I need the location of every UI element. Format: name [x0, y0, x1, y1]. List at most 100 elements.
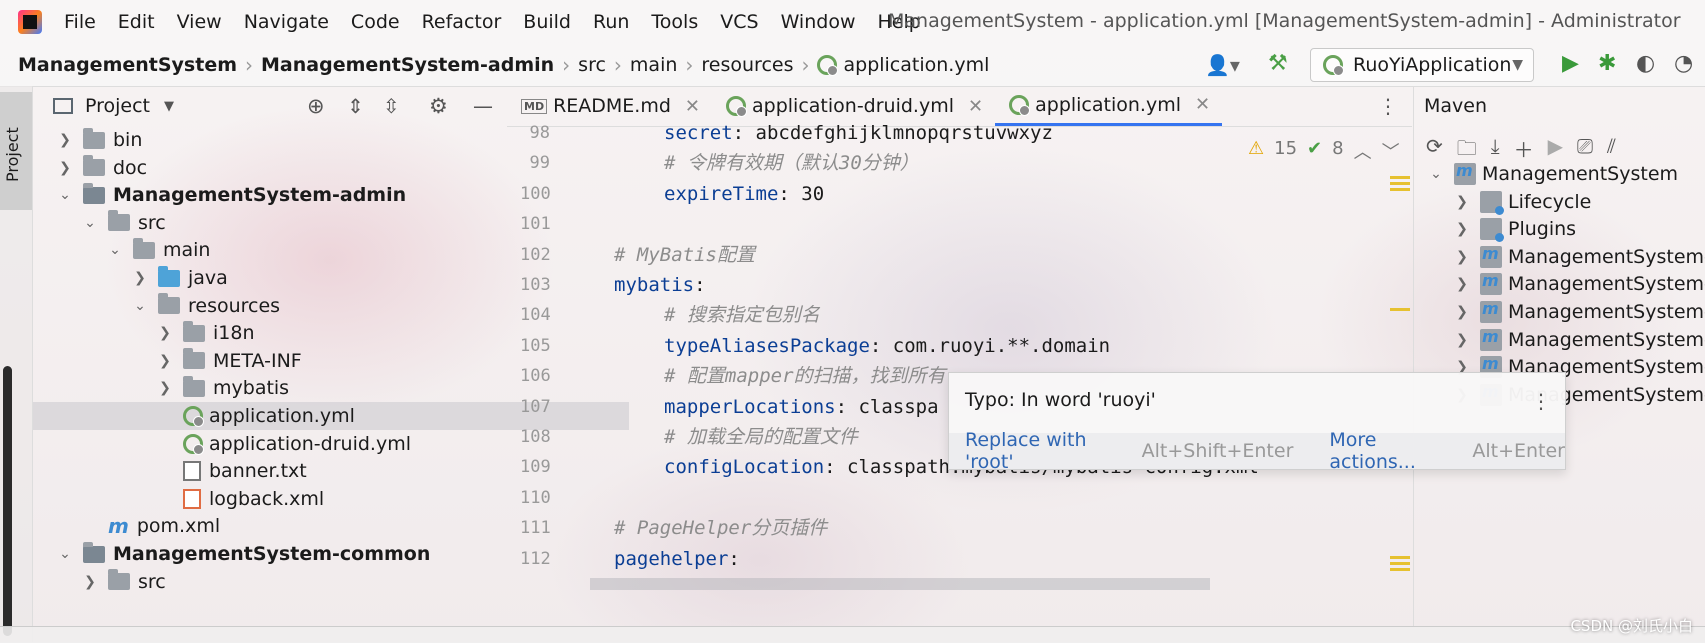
- yaml-file-icon: [1009, 94, 1031, 116]
- error-stripe-mark[interactable]: [1390, 176, 1410, 179]
- menu-refactor[interactable]: Refactor: [422, 11, 502, 33]
- run-configuration-select[interactable]: RuoYiApplication ▼: [1310, 48, 1534, 82]
- code-line[interactable]: expireTime: 30: [664, 179, 824, 209]
- code-line[interactable]: mybatis:: [614, 270, 706, 300]
- error-stripe-mark[interactable]: [1390, 308, 1410, 311]
- minimize-icon[interactable]: —: [473, 94, 493, 118]
- more-options-icon[interactable]: ⋮: [1531, 389, 1551, 413]
- maven-tree-item[interactable]: ❯ Plugins: [1454, 215, 1576, 243]
- menu-vcs[interactable]: VCS: [720, 11, 758, 33]
- chevron-down-icon[interactable]: ⌄: [107, 242, 123, 258]
- maven-tree-item[interactable]: ❯ ManagementSystem-fr: [1454, 298, 1705, 326]
- tree-item[interactable]: ⌄ resources: [33, 292, 604, 320]
- menu-file[interactable]: File: [64, 11, 96, 33]
- locate-icon[interactable]: ⊕: [307, 94, 325, 118]
- breadcrumb-item[interactable]: ManagementSystem: [18, 54, 237, 76]
- run-icon[interactable]: ▶: [1562, 51, 1582, 76]
- chevron-right-icon[interactable]: ❯: [1454, 276, 1470, 292]
- tree-item[interactable]: ⌄ src: [33, 209, 554, 237]
- menu-view[interactable]: View: [177, 11, 222, 33]
- horizontal-scrollbar[interactable]: [590, 578, 1210, 590]
- profiler-icon[interactable]: ◔: [1674, 51, 1694, 76]
- menu-window[interactable]: Window: [781, 11, 856, 33]
- menu-edit[interactable]: Edit: [118, 11, 155, 33]
- chevron-right-icon[interactable]: ❯: [1454, 304, 1470, 320]
- chevron-right-icon[interactable]: ❯: [82, 574, 98, 590]
- code-line[interactable]: typeAliasesPackage: com.ruoyi.**.domain: [664, 331, 1110, 361]
- code-line[interactable]: pagehelper:: [614, 544, 740, 574]
- project-tool-tab[interactable]: Project: [0, 92, 32, 210]
- tree-item[interactable]: ❯ doc: [33, 154, 529, 182]
- inspection-widget[interactable]: ⚠ 15 ✔ 8 ︿ ﹀: [1248, 138, 1400, 164]
- maven-tree-item[interactable]: ⌄ ManagementSystem: [1428, 160, 1678, 188]
- chevron-right-icon[interactable]: ❯: [1454, 332, 1470, 348]
- debug-icon[interactable]: ✱: [1598, 51, 1618, 76]
- chevron-right-icon[interactable]: ❯: [1454, 194, 1470, 210]
- breadcrumb-item[interactable]: application.yml: [843, 54, 989, 76]
- tree-item[interactable]: ⌄ ManagementSystem-admin: [33, 181, 529, 209]
- code-line[interactable]: secret: abcdefghijklmnopqrstuvwxyz: [664, 118, 1053, 148]
- tree-item[interactable]: ❯ java: [33, 264, 604, 292]
- chevron-right-icon[interactable]: ❯: [157, 353, 173, 369]
- tree-item[interactable]: ⌄ ManagementSystem-common: [33, 540, 529, 568]
- chevron-right-icon[interactable]: ❯: [157, 380, 173, 396]
- chevron-down-icon[interactable]: ⌄: [132, 298, 148, 314]
- chevron-down-icon[interactable]: ⌄: [1428, 166, 1444, 182]
- chevron-down-icon[interactable]: ⌄: [82, 215, 98, 231]
- code-line[interactable]: # 搜索指定包别名: [664, 300, 820, 330]
- project-panel-title[interactable]: Project: [85, 95, 150, 117]
- more-actions-link[interactable]: More actions...: [1329, 429, 1458, 473]
- coverage-icon[interactable]: ◐: [1636, 51, 1656, 76]
- code-line[interactable]: # PageHelper分页插件: [614, 513, 827, 543]
- code-line[interactable]: mapperLocations: classpa: [664, 392, 939, 422]
- maven-tree-item[interactable]: ❯ ManagementSystem-ac: [1454, 243, 1705, 271]
- code-line[interactable]: # 加载全局的配置文件: [664, 422, 858, 452]
- add-user-icon[interactable]: 👤▾: [1205, 53, 1245, 77]
- maven-tree-item[interactable]: ❯ ManagementSystem-co: [1454, 270, 1705, 298]
- close-icon[interactable]: ✕: [685, 96, 700, 117]
- chevron-right-icon[interactable]: ❯: [57, 160, 73, 176]
- build-hammer-icon[interactable]: ⚒: [1268, 51, 1288, 76]
- tree-item[interactable]: ❯ src: [33, 568, 554, 596]
- code-line[interactable]: # 令牌有效期（默认30分钟）: [664, 148, 919, 178]
- chevron-right-icon[interactable]: ❯: [1454, 249, 1470, 265]
- maven-tree-item[interactable]: ❯ ManagementSystem-ge: [1454, 326, 1705, 354]
- breadcrumb-item[interactable]: ManagementSystem-admin: [261, 54, 554, 76]
- menu-navigate[interactable]: Navigate: [244, 11, 329, 33]
- expand-all-icon[interactable]: ⇕: [347, 94, 364, 118]
- breadcrumb-item[interactable]: main: [630, 54, 677, 76]
- yaml-value: : 30: [778, 182, 825, 205]
- maven-module-icon: [1480, 299, 1502, 323]
- gear-icon[interactable]: ⚙: [429, 94, 448, 118]
- close-icon[interactable]: ✕: [1195, 94, 1210, 115]
- previous-highlight-icon[interactable]: ︿: [1354, 138, 1372, 164]
- tree-item[interactable]: ⌄ main: [33, 236, 579, 264]
- chevron-down-icon[interactable]: ▼: [164, 99, 174, 114]
- close-icon[interactable]: ✕: [968, 96, 983, 117]
- breadcrumb-item[interactable]: src: [578, 54, 606, 76]
- maven-file-icon: m: [108, 514, 129, 539]
- chevron-right-icon[interactable]: ❯: [132, 270, 148, 286]
- more-actions-shortcut: Alt+Enter: [1472, 440, 1565, 462]
- chevron-right-icon[interactable]: ❯: [1454, 221, 1470, 237]
- maven-tree-item[interactable]: ❯ Lifecycle: [1454, 188, 1591, 216]
- error-stripe-mark[interactable]: [1390, 556, 1410, 559]
- code-line[interactable]: # 配置mapper的扫描，找到所有: [664, 361, 946, 391]
- chevron-right-icon[interactable]: ❯: [57, 132, 73, 148]
- replace-with-root-link[interactable]: Replace with 'root': [965, 429, 1128, 473]
- menu-run[interactable]: Run: [593, 11, 629, 33]
- collapse-all-icon[interactable]: ⇳: [383, 94, 400, 118]
- chevron-right-icon[interactable]: ❯: [157, 325, 173, 341]
- breadcrumb-item[interactable]: resources: [701, 54, 793, 76]
- tree-item[interactable]: m pom.xml: [33, 512, 554, 540]
- chevron-down-icon[interactable]: ⌄: [57, 187, 73, 203]
- code-line[interactable]: # MyBatis配置: [614, 240, 755, 270]
- next-highlight-icon[interactable]: ﹀: [1382, 138, 1400, 164]
- menu-tools[interactable]: Tools: [651, 11, 698, 33]
- menu-code[interactable]: Code: [351, 11, 400, 33]
- scrollbar[interactable]: [3, 366, 12, 636]
- chevron-down-icon[interactable]: ⌄: [57, 546, 73, 562]
- more-tabs-icon[interactable]: ⋮: [1378, 94, 1398, 118]
- menu-build[interactable]: Build: [523, 11, 571, 33]
- tree-item[interactable]: ❯ bin: [33, 126, 529, 154]
